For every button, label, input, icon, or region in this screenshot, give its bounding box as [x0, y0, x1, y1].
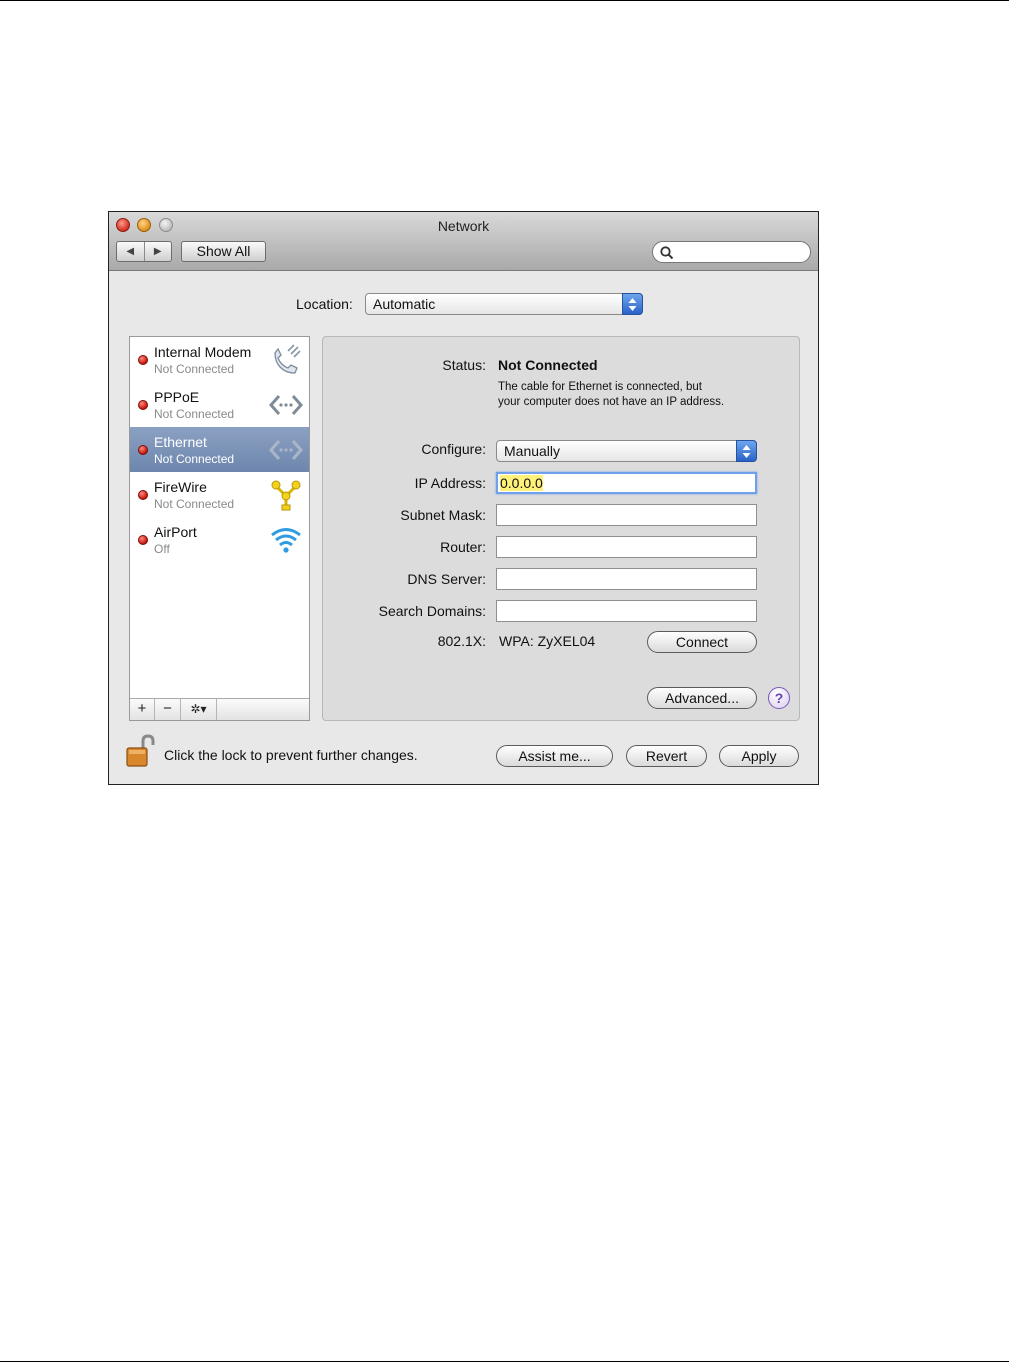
service-name: Ethernet [154, 434, 207, 450]
popup-arrows-icon [622, 293, 643, 315]
dns-server-label: DNS Server: [407, 571, 486, 587]
service-name: FireWire [154, 479, 207, 495]
service-item-firewire[interactable]: FireWire Not Connected [130, 472, 309, 517]
router-field[interactable] [496, 536, 757, 558]
service-status: Not Connected [154, 407, 235, 421]
location-label: Location: [296, 296, 353, 312]
status-label: Status: [442, 357, 486, 373]
forward-button[interactable]: ▶ [145, 242, 172, 261]
location-value: Automatic [373, 296, 436, 312]
location-popup[interactable]: Automatic [365, 293, 643, 315]
ip-address-value: 0.0.0.0 [500, 475, 543, 491]
search-icon [660, 246, 674, 260]
title-bar: Network ◀ ▶ Show All [109, 212, 818, 271]
service-status: Not Connected [154, 362, 235, 376]
assist-me-button[interactable]: Assist me... [496, 745, 613, 767]
service-details-panel: Status: Not Connected The cable for Ethe… [322, 336, 800, 721]
window-title: Network [437, 218, 490, 234]
service-status: Not Connected [154, 452, 235, 466]
dot1x-value: WPA: ZyXEL04 [499, 633, 596, 649]
service-name: PPPoE [154, 389, 200, 405]
service-item-ethernet[interactable]: Ethernet Not Connected [130, 427, 309, 472]
status-dot-icon [138, 445, 148, 455]
service-item-internal-modem[interactable]: Internal Modem Not Connected [130, 337, 309, 382]
advanced-button[interactable]: Advanced... [647, 687, 757, 709]
service-item-pppoe[interactable]: PPPoE Not Connected [130, 382, 309, 427]
service-status: Off [154, 542, 170, 556]
show-all-button[interactable]: Show All [181, 241, 266, 262]
ethernet-arrows-icon [269, 395, 303, 415]
status-description: The cable for Ethernet is connected, but… [498, 380, 778, 410]
status-value: Not Connected [498, 357, 598, 373]
add-service-button[interactable]: + [130, 699, 155, 720]
firewire-icon [271, 480, 301, 511]
revert-button[interactable]: Revert [626, 745, 707, 767]
service-status: Not Connected [154, 497, 235, 511]
page-bottom-rule [0, 1361, 1009, 1362]
status-dot-icon [138, 400, 148, 410]
search-domains-field[interactable] [496, 600, 757, 622]
lock-icon[interactable] [125, 734, 155, 768]
search-domains-label: Search Domains: [378, 603, 486, 619]
service-list-toolbar: + − ✲▾ [130, 698, 309, 720]
lock-message: Click the lock to prevent further change… [164, 747, 418, 763]
remove-service-button[interactable]: − [155, 699, 181, 720]
ethernet-arrows-icon [269, 440, 303, 460]
page-top-rule [0, 0, 1009, 1]
status-description-line: The cable for Ethernet is connected, but [498, 381, 702, 393]
search-field[interactable] [652, 241, 811, 263]
service-item-airport[interactable]: AirPort Off [130, 517, 309, 562]
service-name: AirPort [154, 524, 197, 540]
back-forward-control: ◀ ▶ [116, 241, 172, 262]
status-dot-icon [138, 535, 148, 545]
subnet-mask-field[interactable] [496, 504, 757, 526]
status-description-line: your computer does not have an IP addres… [498, 396, 725, 408]
router-label: Router: [440, 539, 486, 555]
service-list: Internal Modem Not Connected PPPoE Not C… [129, 336, 310, 721]
service-name: Internal Modem [154, 344, 252, 360]
popup-arrows-icon [736, 440, 757, 462]
subnet-mask-label: Subnet Mask: [400, 507, 486, 523]
help-button[interactable]: ? [768, 687, 790, 709]
action-gear-menu-button[interactable]: ✲▾ [181, 699, 217, 720]
dot1x-label: 802.1X: [437, 633, 486, 649]
apply-button[interactable]: Apply [719, 745, 799, 767]
configure-label: Configure: [421, 441, 486, 457]
ip-address-field[interactable]: 0.0.0.0 [496, 472, 757, 494]
ip-address-label: IP Address: [414, 475, 486, 491]
status-dot-icon [138, 490, 148, 500]
configure-value: Manually [504, 443, 561, 459]
modem-icon [274, 344, 301, 374]
status-dot-icon [138, 355, 148, 365]
network-preferences-window: Network ◀ ▶ Show All Location: Automatic… [108, 211, 819, 785]
wifi-icon [271, 528, 301, 553]
connect-button[interactable]: Connect [647, 631, 757, 653]
back-button[interactable]: ◀ [117, 242, 145, 261]
configure-popup[interactable]: Manually [496, 440, 757, 462]
dns-server-field[interactable] [496, 568, 757, 590]
